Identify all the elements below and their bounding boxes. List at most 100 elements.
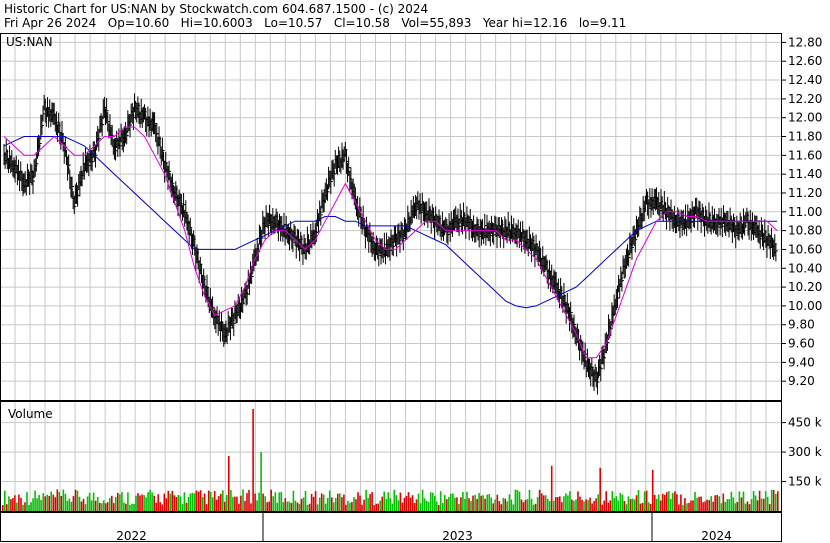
volume-bar bbox=[758, 490, 761, 511]
volume-bar bbox=[175, 497, 178, 511]
volume-bar bbox=[282, 502, 285, 511]
y-tick-label: 11.40 bbox=[788, 167, 822, 181]
volume-bar bbox=[775, 493, 777, 511]
volume-bar bbox=[393, 489, 396, 511]
volume-bar bbox=[399, 492, 402, 511]
volume-bar bbox=[100, 503, 103, 511]
volume-bar bbox=[379, 500, 381, 511]
volume-bar bbox=[324, 503, 327, 511]
volume-bar bbox=[193, 493, 196, 511]
volume-bar bbox=[684, 498, 686, 511]
chart-header-line2: Fri Apr 26 2024 Op=10.60 Hi=10.6003 Lo=1… bbox=[4, 16, 627, 30]
volume-bar bbox=[563, 496, 565, 511]
volume-bar bbox=[300, 498, 303, 511]
volume-bar bbox=[550, 465, 553, 511]
volume-bar bbox=[294, 500, 297, 511]
volume-bar bbox=[486, 494, 488, 511]
volume-bar bbox=[385, 499, 388, 511]
volume-bar bbox=[676, 494, 678, 511]
volume-bar bbox=[476, 498, 478, 511]
y-tick-label: 9.80 bbox=[788, 318, 815, 332]
volume-bar bbox=[710, 496, 712, 511]
chart-header-line1: Historic Chart for US:NAN by Stockwatch.… bbox=[4, 2, 429, 16]
volume-bar bbox=[732, 497, 735, 511]
volume-bar bbox=[726, 499, 729, 511]
volume-bar bbox=[232, 497, 234, 511]
volume-bar bbox=[716, 495, 718, 511]
y-tick-label: 9.60 bbox=[788, 337, 815, 351]
y-tick-label: 10.80 bbox=[788, 224, 822, 238]
volume-bar bbox=[387, 492, 390, 511]
volume-bar bbox=[686, 503, 688, 511]
volume-bar bbox=[256, 500, 258, 511]
volume-bar bbox=[522, 502, 525, 511]
volume-bar bbox=[579, 496, 581, 511]
volume-bar bbox=[30, 502, 32, 511]
volume-bar bbox=[44, 496, 46, 511]
volume-bar bbox=[546, 498, 549, 511]
volume-bar bbox=[692, 500, 694, 511]
volume-bar bbox=[575, 499, 577, 511]
volume-bar bbox=[512, 504, 515, 511]
volume-bar bbox=[42, 493, 44, 511]
volume-bar bbox=[639, 503, 642, 511]
volume-bar bbox=[437, 505, 440, 511]
volume-bar bbox=[593, 500, 595, 511]
volume-bar bbox=[446, 499, 448, 511]
volume-bar bbox=[28, 505, 30, 511]
volume-bar bbox=[129, 504, 131, 511]
volume-bar bbox=[742, 491, 745, 511]
volume-bar bbox=[456, 497, 458, 511]
volume-bar bbox=[649, 503, 652, 511]
volume-bar bbox=[405, 495, 408, 511]
volume-bar bbox=[355, 499, 357, 511]
volume-bar bbox=[163, 493, 166, 511]
volume-bar bbox=[748, 504, 751, 511]
volume-bar bbox=[226, 495, 228, 511]
volume-bar bbox=[625, 504, 628, 511]
volume-bar bbox=[480, 495, 482, 511]
volume-bar bbox=[615, 496, 618, 511]
volume-bar bbox=[209, 492, 212, 511]
volume-bar bbox=[643, 491, 646, 511]
volume-bar bbox=[383, 491, 385, 511]
volume-bar bbox=[113, 503, 115, 511]
volume-bar bbox=[343, 494, 345, 511]
volume-bar bbox=[46, 494, 48, 511]
volume-bar bbox=[207, 490, 210, 511]
volume-bar bbox=[720, 503, 723, 511]
volume-bar bbox=[363, 499, 365, 511]
volume-bar bbox=[270, 489, 272, 511]
volume-bar bbox=[738, 491, 741, 511]
volume-bar bbox=[750, 499, 753, 511]
volume-bar bbox=[268, 501, 270, 511]
volume-bar bbox=[68, 498, 71, 511]
volume-bar bbox=[244, 500, 246, 511]
y-tick-label: 12.20 bbox=[788, 92, 822, 106]
y-tick-label: 12.40 bbox=[788, 73, 822, 87]
volume-bar bbox=[213, 491, 216, 511]
volume-bar bbox=[220, 493, 222, 511]
volume-bar bbox=[409, 497, 412, 511]
volume-bar bbox=[14, 495, 16, 511]
volume-bar bbox=[433, 495, 436, 511]
volume-bar bbox=[56, 489, 59, 511]
volume-bar bbox=[583, 501, 585, 511]
volume-bar bbox=[470, 500, 472, 511]
volume-bar bbox=[740, 497, 743, 511]
volume-bar bbox=[542, 495, 545, 511]
volume-bar bbox=[298, 504, 301, 511]
volume-bar bbox=[351, 502, 353, 511]
volume-bar bbox=[169, 493, 172, 511]
volume-bar bbox=[345, 504, 347, 511]
volume-bar bbox=[335, 498, 337, 511]
volume-bar bbox=[32, 498, 34, 511]
volume-bar bbox=[637, 490, 640, 511]
volume-bar bbox=[151, 492, 153, 511]
volume-bar bbox=[90, 500, 93, 511]
volume-bar bbox=[272, 496, 274, 511]
volume-bar bbox=[510, 499, 513, 511]
volume-bar bbox=[22, 504, 24, 511]
volume-bar bbox=[454, 497, 456, 511]
volume-bar bbox=[145, 497, 147, 511]
